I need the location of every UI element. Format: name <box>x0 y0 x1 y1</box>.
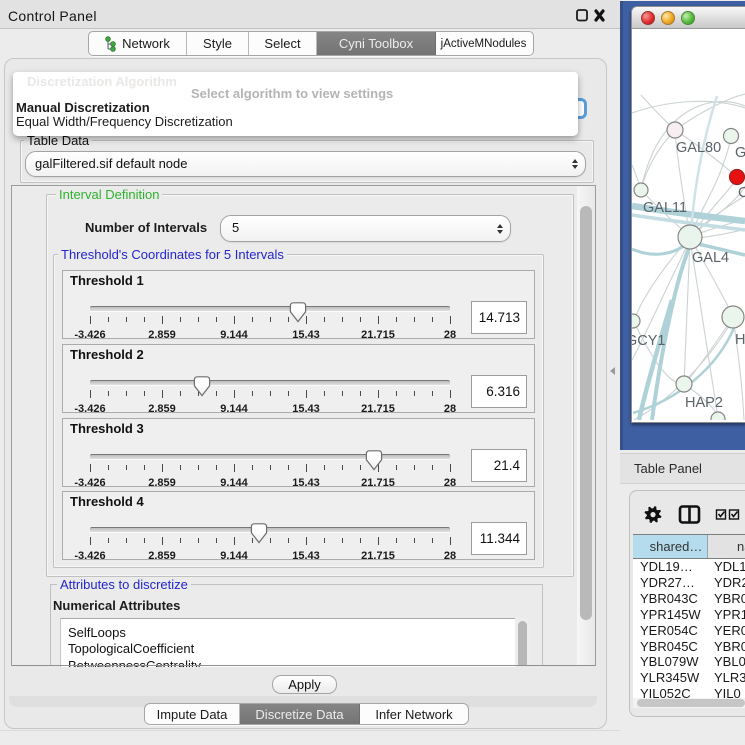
svg-text:CY: CY <box>738 185 745 201</box>
svg-text:GCY1: GCY1 <box>632 333 666 349</box>
svg-text:HAP2: HAP2 <box>685 395 723 411</box>
svg-text:GAL4: GAL4 <box>692 250 729 266</box>
svg-text:HI: HI <box>735 332 745 348</box>
svg-text:GAL11: GAL11 <box>643 200 687 216</box>
svg-text:GA: GA <box>735 145 745 161</box>
svg-text:GAL80: GAL80 <box>676 140 721 156</box>
